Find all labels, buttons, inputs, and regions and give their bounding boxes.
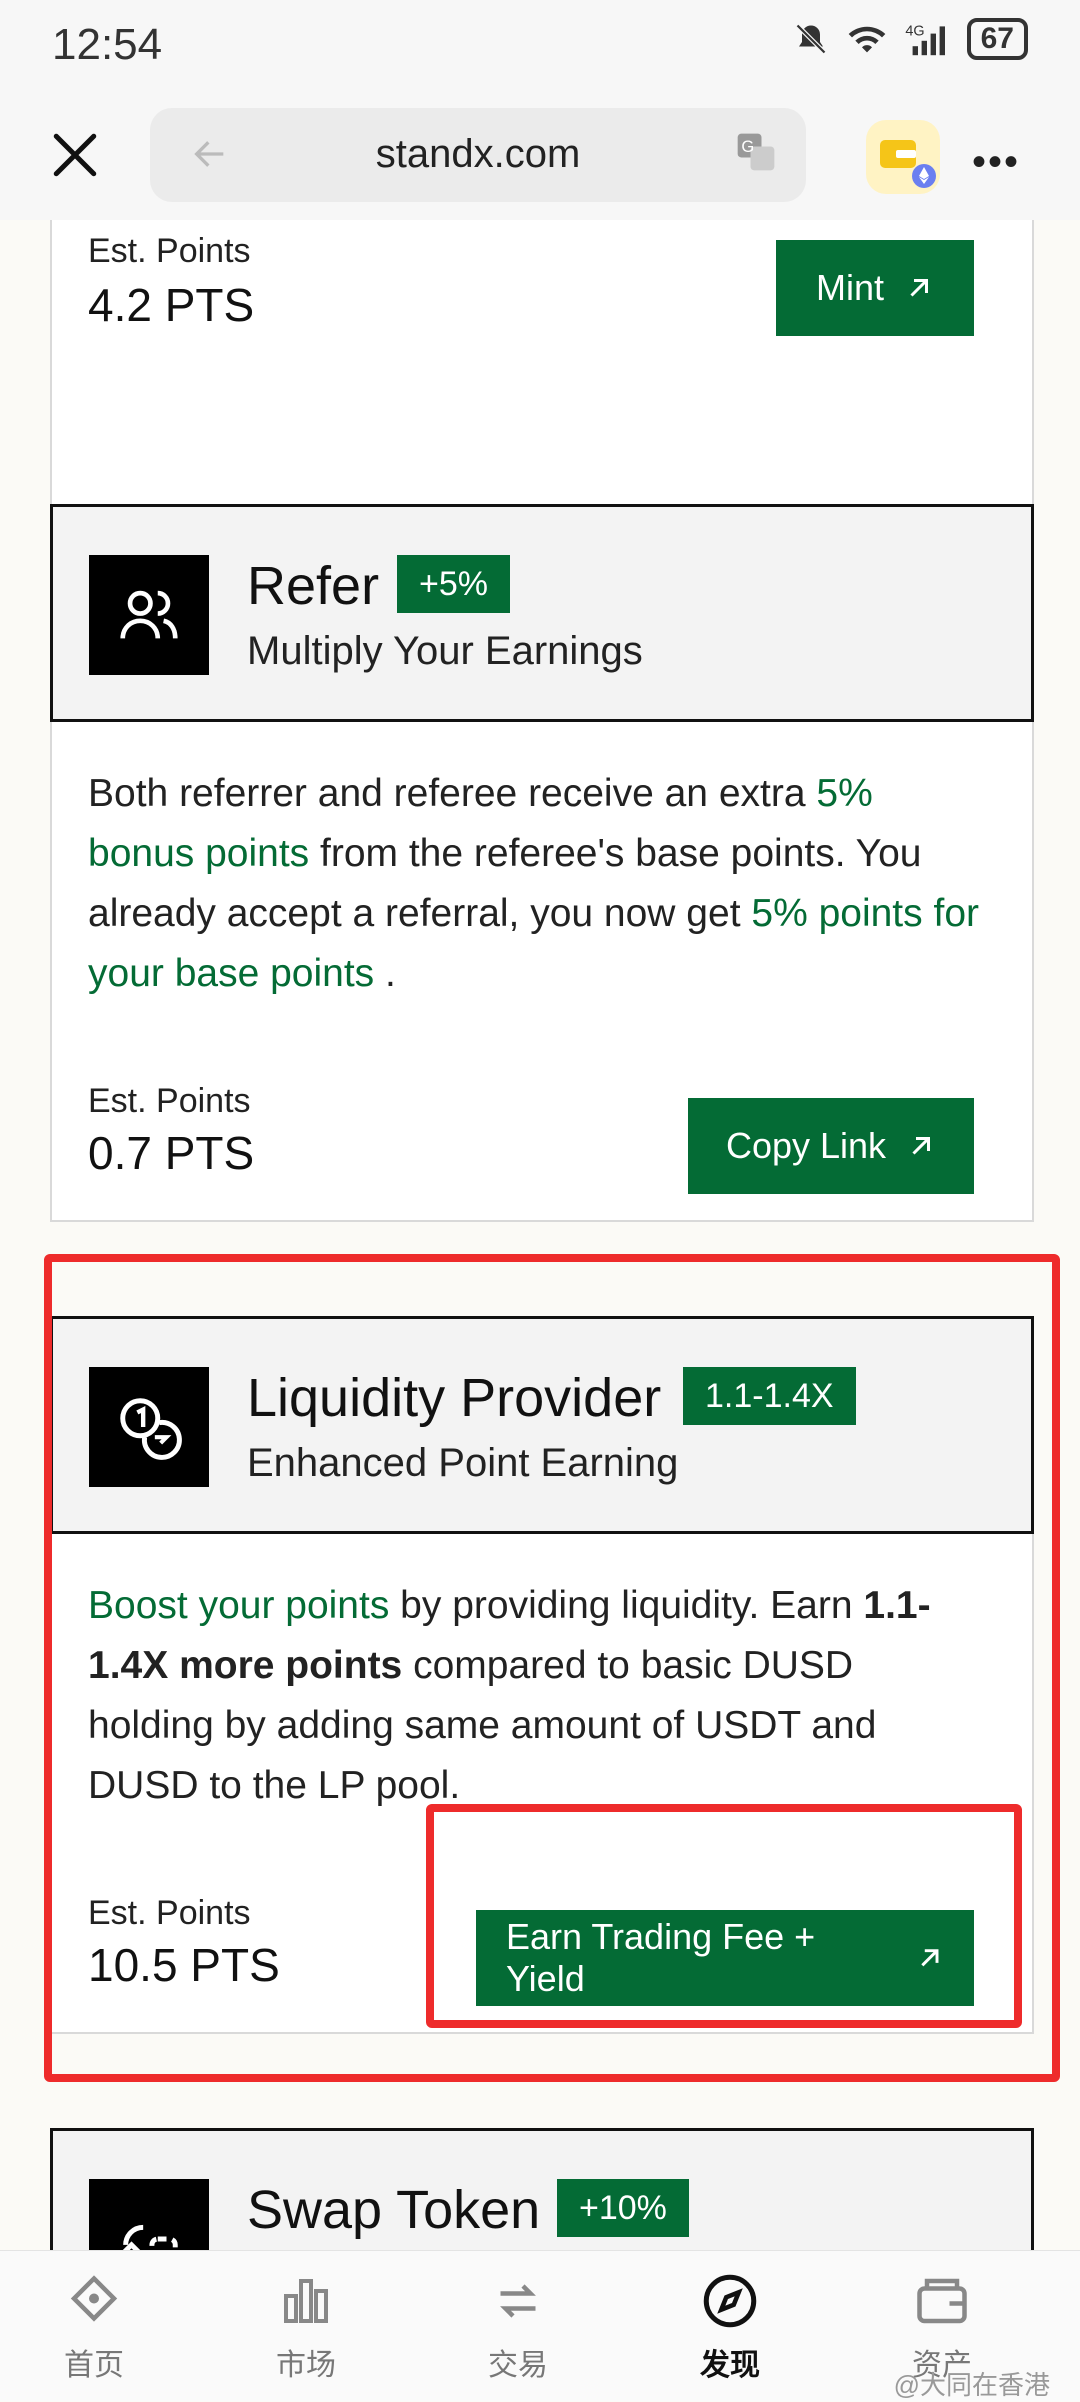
refer-subtitle: Multiply Your Earnings (247, 629, 643, 673)
copy-link-label: Copy Link (725, 1125, 887, 1166)
copy-link-button[interactable]: Copy Link (688, 1098, 974, 1194)
status-icons: 4G 67 (793, 18, 1028, 60)
swap-card-header: Swap Token +10% (50, 2128, 1034, 2250)
signal-icon: 4G (905, 23, 945, 56)
url-bar[interactable]: standx.com G (150, 108, 806, 202)
refer-title: Refer (247, 556, 380, 616)
url-text: standx.com (375, 132, 581, 176)
est-points-label: Est. Points (88, 232, 251, 270)
swap-icon (89, 2179, 209, 2250)
watermark: @大同在香港 (893, 2370, 1050, 2400)
translate-icon[interactable]: G (734, 130, 778, 174)
highlight-earn-button (426, 1804, 1022, 2028)
browser-bar: standx.com G ••• (0, 92, 1080, 220)
est-points-value: 4.2 PTS (88, 279, 255, 331)
users-icon (89, 555, 209, 675)
wifi-icon (848, 26, 885, 53)
assets-icon (917, 2278, 967, 2324)
swap-badge: +10% (557, 2179, 689, 2237)
nav-trade-label: 交易 (488, 2349, 548, 2382)
swap-token-card: Swap Token +10% (50, 2128, 1034, 2250)
home-icon (70, 2275, 118, 2322)
arrow-up-right-icon (910, 279, 928, 297)
status-bar: 12:54 4G 67 (0, 0, 1080, 92)
desc-text: . (374, 952, 396, 995)
nav-discover[interactable]: 发现 (660, 2271, 800, 2384)
refer-badge: +5% (397, 555, 510, 613)
market-icon (284, 2279, 328, 2323)
svg-text:G: G (741, 138, 754, 156)
nav-discover-label: 发现 (700, 2349, 760, 2382)
est-points-value: 0.7 PTS (88, 1127, 255, 1179)
svg-text:4G: 4G (905, 23, 924, 39)
more-options-icon[interactable]: ••• (972, 140, 1020, 185)
desc-text: Both referrer and referee receive an ext… (88, 772, 817, 815)
refer-card: Refer +5% Multiply Your Earnings Both re… (50, 504, 1034, 1222)
nav-trade[interactable]: 交易 (448, 2271, 588, 2384)
nav-market[interactable]: 市场 (236, 2271, 376, 2384)
swap-title: Swap Token (247, 2180, 541, 2240)
refer-description: Both referrer and referee receive an ext… (88, 764, 988, 1004)
trade-icon (500, 2284, 536, 2318)
wallet-icon[interactable] (866, 120, 940, 194)
arrow-up-right-icon (912, 1137, 931, 1155)
mint-card-bottom: Est. Points 4.2 PTS Mint (50, 220, 1034, 510)
nav-market-label: 市场 (276, 2349, 336, 2382)
est-points-label: Est. Points (88, 1082, 251, 1120)
status-time: 12:54 (52, 20, 163, 69)
nav-home-label: 首页 (64, 2349, 124, 2382)
mint-button-label: Mint (815, 267, 884, 308)
mute-bell-icon (795, 23, 826, 55)
close-icon[interactable] (50, 130, 100, 180)
battery-indicator: 67 (966, 18, 1028, 60)
nav-home[interactable]: 首页 (24, 2271, 164, 2384)
refer-card-header: Refer +5% Multiply Your Earnings (50, 504, 1034, 722)
mint-button[interactable]: Mint (776, 240, 974, 336)
discover-icon (703, 2274, 757, 2328)
points-content: Est. Points 4.2 PTS Mint Refer +5% Multi… (0, 220, 1080, 2250)
